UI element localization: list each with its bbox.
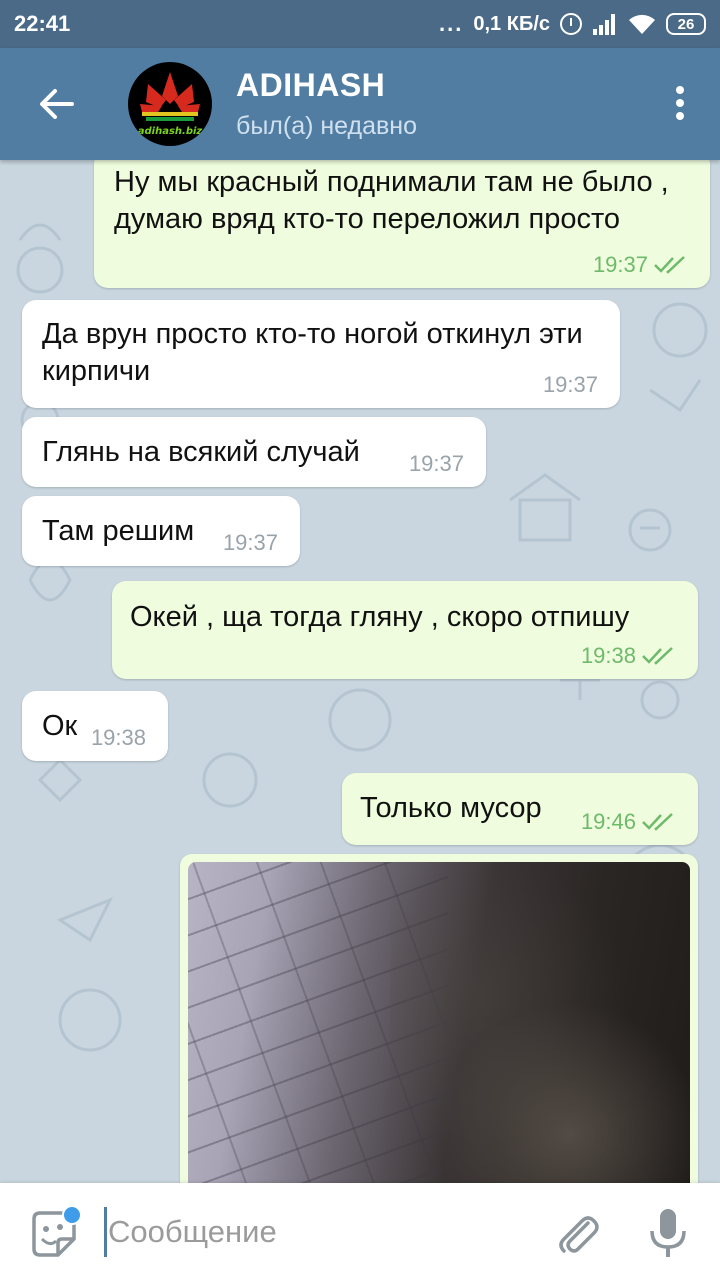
message-time: 19:37 — [542, 372, 598, 397]
message-bubble-outgoing[interactable]: Только мусор 19:46 — [342, 773, 698, 845]
status-indicators: ... 0,1 КБ/с 26 — [439, 11, 706, 37]
message-bubble-outgoing[interactable]: Ну мы красный поднимали там не было , ду… — [94, 160, 710, 288]
microphone-icon[interactable] — [646, 1207, 690, 1261]
notification-dots: ... — [439, 11, 464, 36]
message-time: 19:37 — [222, 530, 278, 555]
message-bubble-incoming[interactable]: Глянь на всякий случай 19:37 — [22, 417, 486, 487]
double-check-icon — [654, 256, 688, 274]
chat-title: ADIHASH — [236, 67, 386, 103]
message-input[interactable] — [108, 1209, 528, 1255]
chat-header: adihash.biz ADIHASH был(а) недавно — [0, 48, 720, 160]
message-time: 19:37 — [592, 252, 648, 277]
battery-icon: 26 — [666, 13, 706, 35]
message-text: Глянь на всякий случай — [42, 436, 360, 468]
avatar[interactable]: adihash.biz — [128, 62, 212, 146]
text-cursor — [104, 1207, 107, 1257]
status-bar: 22:41 ... 0,1 КБ/с 26 — [0, 0, 720, 48]
photo-message[interactable] — [180, 854, 698, 1183]
new-sticker-badge — [62, 1205, 82, 1225]
paperclip-icon[interactable] — [552, 1209, 602, 1259]
message-text: Да врун просто кто-то ногой откинул эти … — [42, 318, 583, 387]
network-speed: 0,1 КБ/с — [473, 12, 550, 35]
message-meta: 19:46 — [581, 811, 676, 833]
more-vert-icon[interactable] — [674, 86, 686, 126]
message-time: 19:46 — [580, 809, 636, 834]
message-input-bar — [0, 1183, 720, 1280]
alarm-icon — [560, 13, 582, 35]
message-time: 19:38 — [90, 725, 146, 750]
signal-icon — [592, 13, 618, 35]
double-check-icon — [642, 647, 676, 665]
chat-area[interactable]: Ну мы красный поднимали там не было , ду… — [0, 160, 720, 1183]
back-arrow-icon[interactable] — [24, 72, 88, 136]
photo-image[interactable] — [188, 862, 690, 1183]
status-time: 22:41 — [14, 11, 71, 36]
title-block[interactable]: ADIHASH был(а) недавно — [236, 67, 417, 141]
message-time: 19:37 — [408, 451, 464, 476]
message-meta: 19:38 — [581, 645, 676, 667]
chat-last-seen: был(а) недавно — [236, 112, 418, 140]
message-text: Ну мы красный поднимали там не было , ду… — [114, 166, 669, 235]
avatar-logo-text: adihash.biz — [138, 126, 203, 137]
message-bubble-incoming[interactable]: Ок 19:38 — [22, 691, 168, 761]
message-time: 19:38 — [580, 643, 636, 668]
wifi-icon — [628, 13, 656, 35]
message-bubble-outgoing[interactable]: Окей , ща тогда гляну , скоро отпишу 19:… — [112, 581, 698, 679]
message-meta: 19:37 — [593, 254, 688, 276]
message-bubble-incoming[interactable]: Там решим 19:37 — [22, 496, 300, 566]
message-text: Окей , ща тогда гляну , скоро отпишу — [130, 601, 630, 633]
double-check-icon — [642, 813, 676, 831]
message-bubble-incoming[interactable]: Да врун просто кто-то ногой откинул эти … — [22, 300, 620, 408]
